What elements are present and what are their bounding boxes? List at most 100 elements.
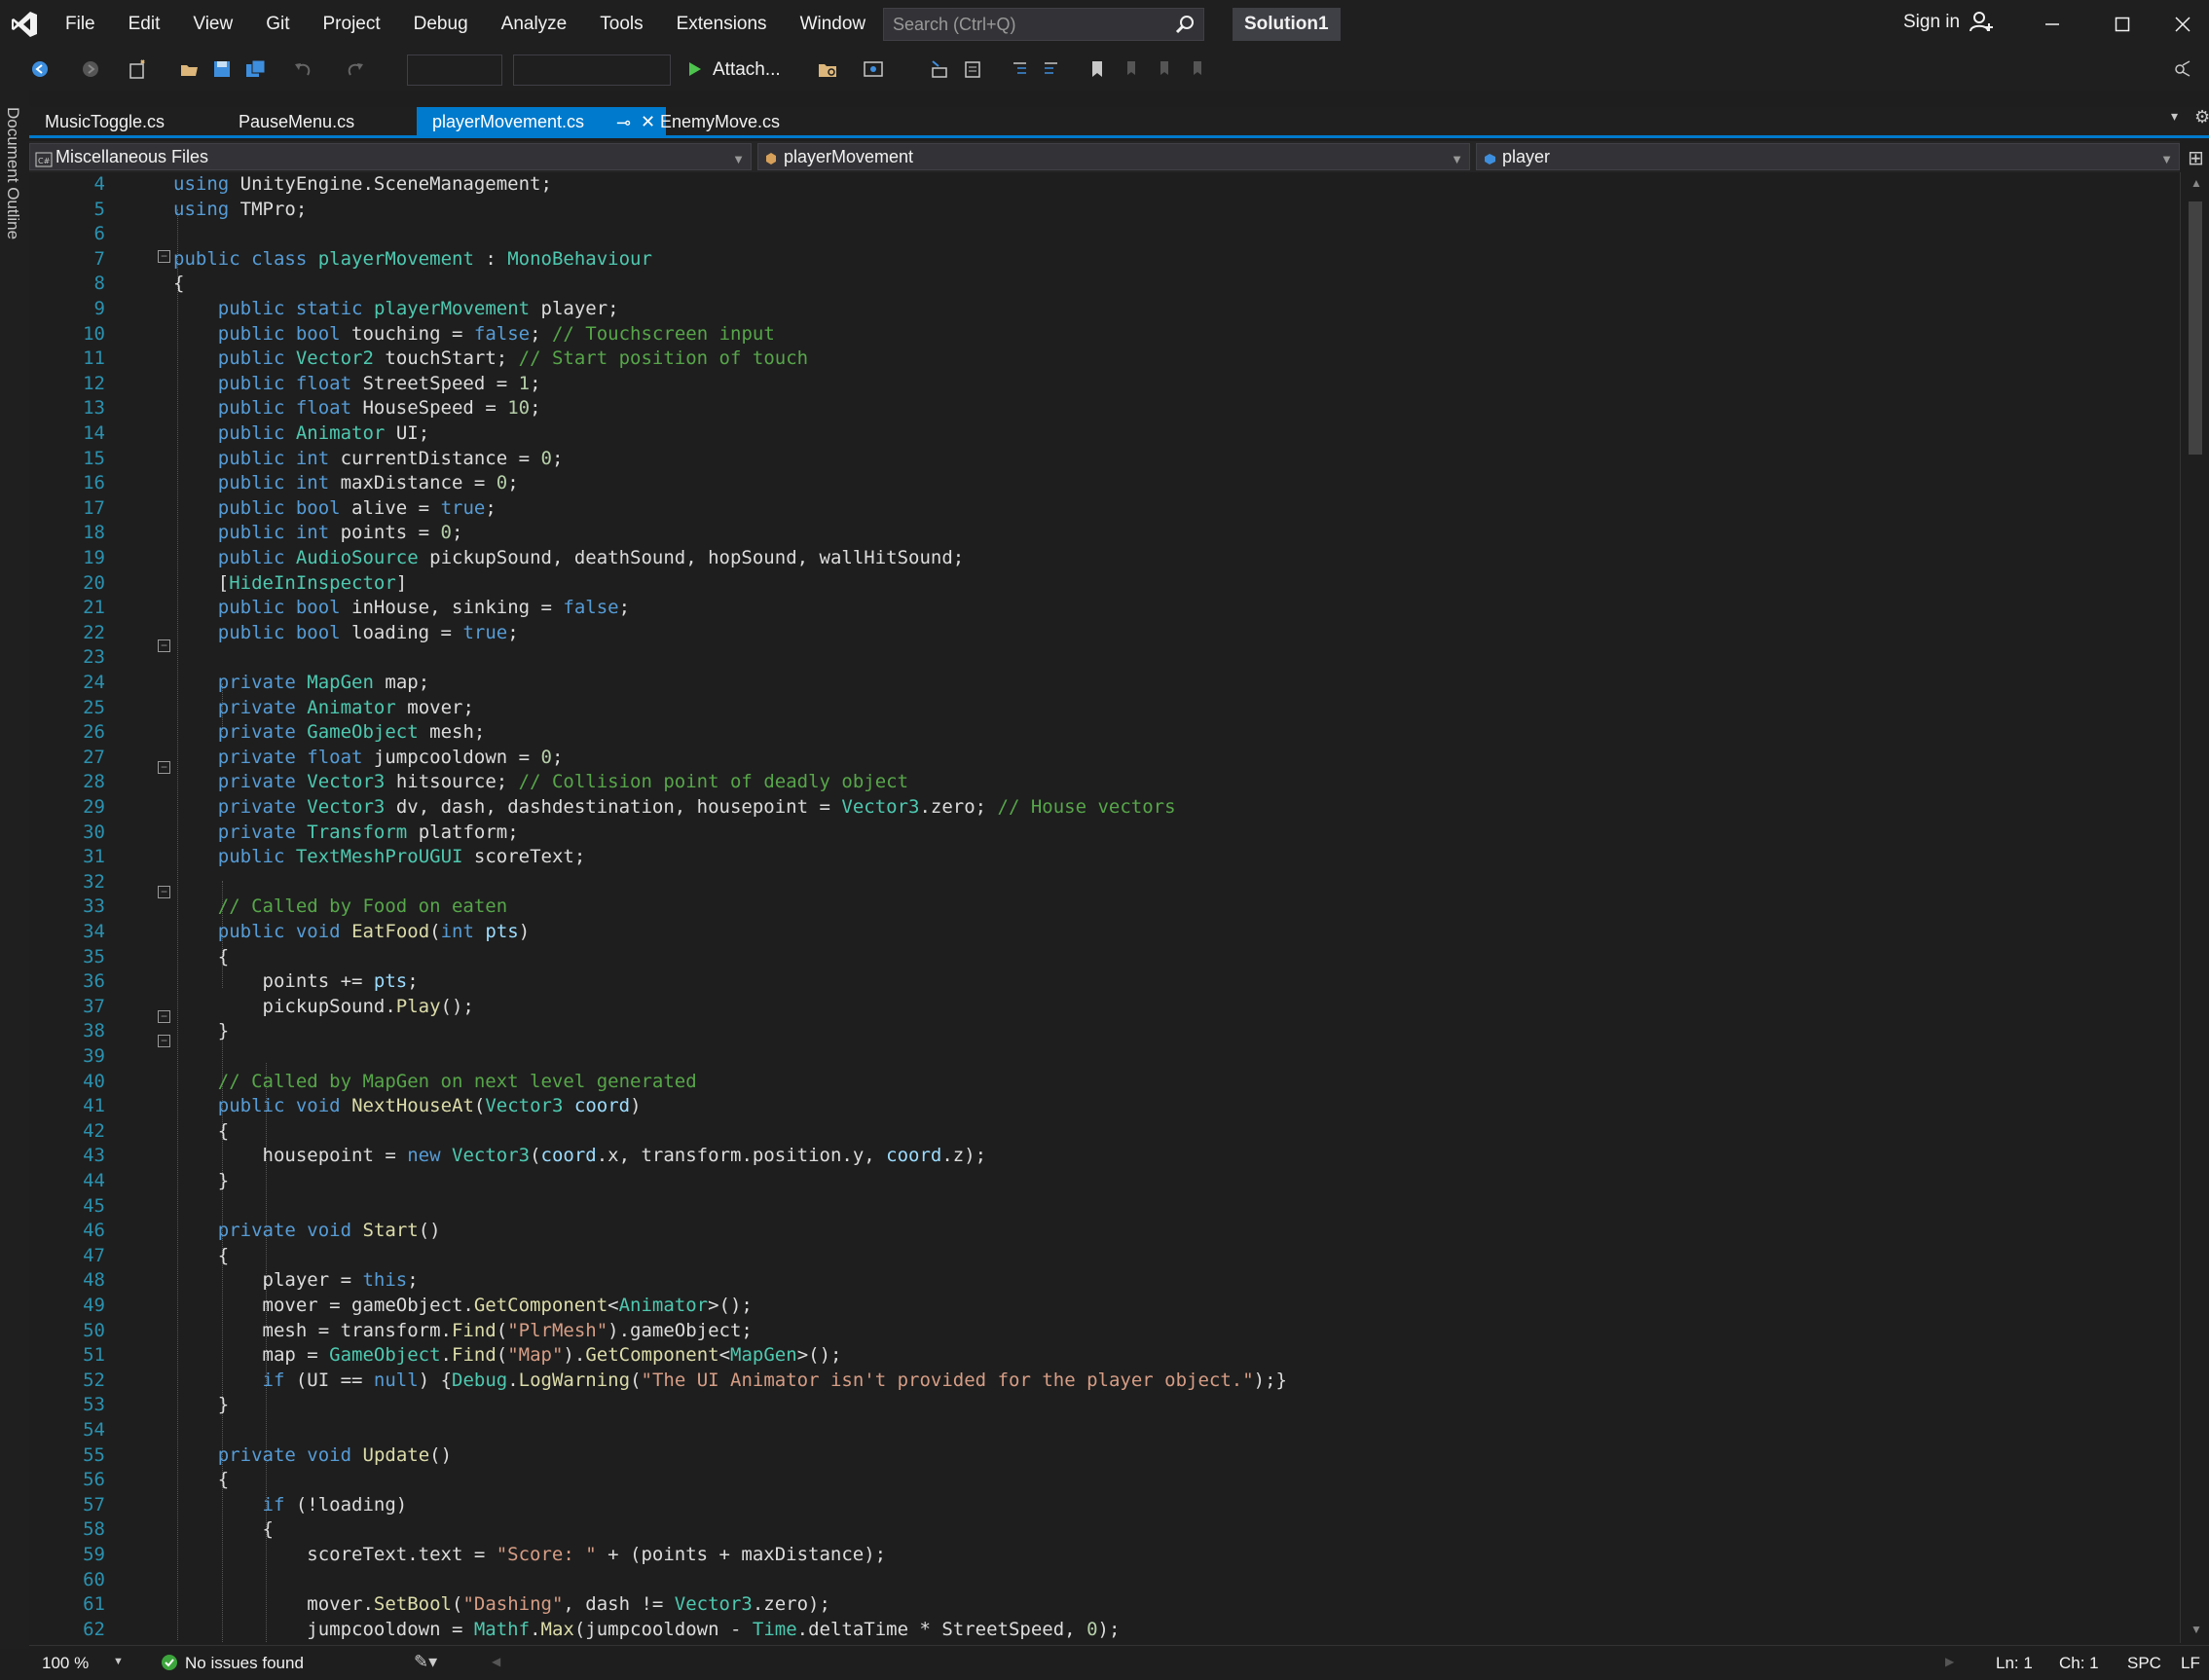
document-outline-tab[interactable]: Document Outline xyxy=(3,107,22,239)
scroll-right-icon[interactable]: ▶ xyxy=(1945,1655,1954,1668)
scroll-left-icon[interactable]: ◀ xyxy=(492,1655,500,1668)
tab-label: EnemyMove.cs xyxy=(660,112,781,131)
search-icon[interactable] xyxy=(1174,14,1196,40)
line-number: 25 xyxy=(83,696,105,718)
line-number: 13 xyxy=(83,397,105,420)
minimize-icon[interactable] xyxy=(2019,0,2085,49)
configuration-dropdown[interactable] xyxy=(407,55,502,86)
step-over-icon[interactable] xyxy=(960,56,985,82)
code-line: // Called by MapGen on next level genera… xyxy=(217,1070,697,1092)
close-window-icon[interactable] xyxy=(2155,0,2209,49)
scroll-up-icon[interactable]: ▲ xyxy=(2191,176,2202,190)
tab-overflow-icon[interactable]: ▾ xyxy=(2171,108,2178,125)
navigate-back-icon[interactable] xyxy=(27,56,53,82)
code-line: } xyxy=(173,1020,230,1042)
class-icon xyxy=(763,149,781,174)
line-number: 31 xyxy=(83,846,105,868)
menu-extensions[interactable]: Extensions xyxy=(660,0,784,49)
bookmark-icon[interactable] xyxy=(1085,56,1110,82)
menu-view[interactable]: View xyxy=(176,0,249,49)
live-share-icon[interactable] xyxy=(2169,56,2194,82)
menu-debug[interactable]: Debug xyxy=(397,0,485,49)
collapse-block-icon[interactable]: − xyxy=(158,1035,170,1047)
tab-enemy-move[interactable]: EnemyMove.cs xyxy=(644,107,795,136)
vertical-scrollbar[interactable]: ▲ ▼ xyxy=(2180,172,2209,1643)
tab-player-movement[interactable]: playerMovement.cs ⊸ ✕ xyxy=(417,107,666,136)
settings-gear-icon[interactable]: ⚙ xyxy=(2194,107,2209,128)
line-number: 52 xyxy=(83,1369,105,1391)
project-dropdown[interactable]: C# Miscellaneous Files ▼ xyxy=(29,143,752,170)
menu-project[interactable]: Project xyxy=(307,0,397,49)
search-input[interactable]: Search (Ctrl+Q) xyxy=(883,8,1204,41)
folder-find-icon[interactable] xyxy=(816,56,841,82)
code-editor[interactable]: 4 5 6 7 8 9 10 11 12 13 14 15 16 17 18 19 20 21 22 23 24 25 26… xyxy=(29,172,2180,1643)
redo-icon[interactable] xyxy=(343,56,368,82)
menu-git[interactable]: Git xyxy=(249,0,306,49)
save-icon[interactable] xyxy=(209,56,235,82)
sign-in-link[interactable]: Sign in xyxy=(1903,12,1960,33)
line-number: 14 xyxy=(83,422,105,444)
browser-icon[interactable] xyxy=(861,56,886,82)
collapse-method-icon[interactable]: − xyxy=(158,761,170,774)
whitespace-indicator[interactable]: SPC xyxy=(2127,1654,2161,1673)
maximize-icon[interactable] xyxy=(2089,0,2155,49)
new-project-icon[interactable] xyxy=(125,56,150,82)
visual-studio-logo-icon[interactable] xyxy=(0,0,49,49)
tab-music-toggle[interactable]: MusicToggle.cs xyxy=(29,107,180,136)
code-line: { xyxy=(173,1518,274,1541)
collapse-method-icon[interactable]: − xyxy=(158,639,170,652)
navigate-forward-icon[interactable] xyxy=(78,56,103,82)
play-icon[interactable] xyxy=(681,56,707,82)
csharp-file-icon: C# xyxy=(35,149,53,174)
code-cleanup-icon[interactable]: ✎▾ xyxy=(414,1652,437,1672)
code-line: public float HouseSpeed = 10; xyxy=(217,397,541,420)
user-icon[interactable] xyxy=(1969,10,1994,40)
line-indicator[interactable]: Ln: 1 xyxy=(1996,1654,2033,1673)
line-ending-indicator[interactable]: LF xyxy=(2181,1654,2200,1673)
code-line: { xyxy=(173,1469,230,1491)
attach-button[interactable]: Attach... xyxy=(713,59,781,81)
uncomment-lines-icon[interactable] xyxy=(1038,56,1063,82)
code-line: if (!loading) xyxy=(262,1493,408,1516)
collapse-method-icon[interactable]: − xyxy=(158,886,170,898)
menu-edit[interactable]: Edit xyxy=(112,0,177,49)
split-editor-icon[interactable]: ⊞ xyxy=(2188,146,2204,170)
menu-file[interactable]: File xyxy=(49,0,112,49)
next-bookmark-icon[interactable] xyxy=(1151,56,1176,82)
collapse-class-icon[interactable]: − xyxy=(158,250,170,263)
code-line: public bool inHouse, sinking = false; xyxy=(217,597,631,619)
step-into-icon[interactable] xyxy=(927,56,952,82)
code-line: map = GameObject.Find("Map").GetComponen… xyxy=(173,1344,842,1367)
menu-tools[interactable]: Tools xyxy=(583,0,659,49)
line-number: 20 xyxy=(83,571,105,594)
line-number: 50 xyxy=(83,1319,105,1341)
code-line: using UnityEngine.SceneManagement; xyxy=(173,173,552,195)
line-number: 40 xyxy=(83,1070,105,1092)
member-dropdown[interactable]: player ▼ xyxy=(1476,143,2180,170)
line-number: 17 xyxy=(83,496,105,519)
scrollbar-thumb[interactable] xyxy=(2189,201,2202,455)
save-all-icon[interactable] xyxy=(243,56,269,82)
menu-window[interactable]: Window xyxy=(784,0,883,49)
tab-label: playerMovement.cs xyxy=(432,112,585,131)
comment-lines-icon[interactable] xyxy=(1007,56,1032,82)
previous-bookmark-icon[interactable] xyxy=(1118,56,1143,82)
class-dropdown[interactable]: playerMovement ▼ xyxy=(757,143,1470,170)
clear-bookmarks-icon[interactable] xyxy=(1184,56,1209,82)
platform-dropdown[interactable] xyxy=(513,55,671,86)
pin-icon[interactable]: ⊸ xyxy=(616,108,631,137)
menu-analyze[interactable]: Analyze xyxy=(485,0,584,49)
open-folder-icon[interactable] xyxy=(177,56,202,82)
line-number: 61 xyxy=(83,1593,105,1616)
tab-pause-menu[interactable]: PauseMenu.cs xyxy=(223,107,370,136)
code-line: public int maxDistance = 0; xyxy=(217,472,519,494)
issues-status[interactable]: No issues found xyxy=(185,1654,304,1673)
line-number: 59 xyxy=(83,1544,105,1565)
collapse-method-icon[interactable]: − xyxy=(158,1010,170,1023)
undo-icon[interactable] xyxy=(290,56,315,82)
line-number: 9 xyxy=(93,298,105,319)
zoom-level-dropdown[interactable]: 100 % xyxy=(42,1654,89,1673)
scroll-down-icon[interactable]: ▼ xyxy=(2191,1623,2202,1636)
char-indicator[interactable]: Ch: 1 xyxy=(2059,1654,2099,1673)
code-line: private Animator mover; xyxy=(217,696,474,718)
